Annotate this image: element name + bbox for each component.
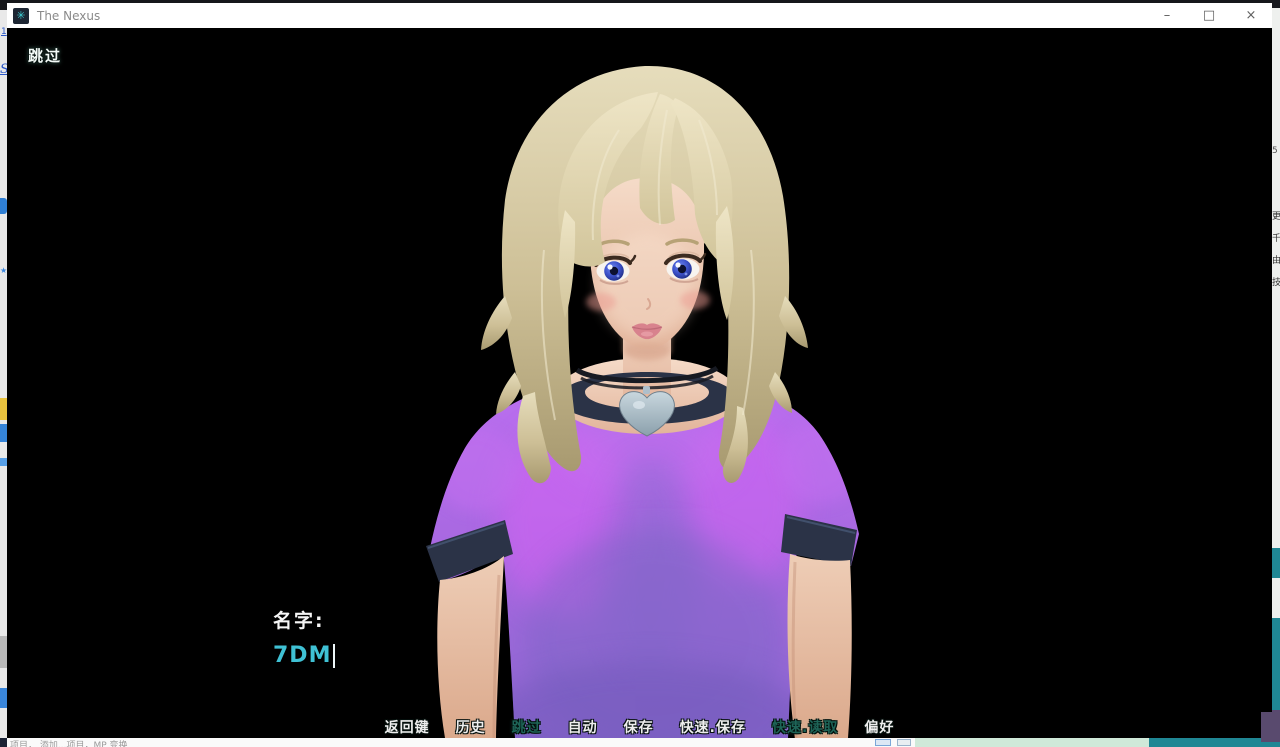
background-char: 更	[1272, 206, 1280, 228]
background-window-fragment	[1272, 548, 1280, 578]
text-caret	[333, 644, 335, 668]
background-icon-fragment	[0, 198, 7, 214]
background-text-fragment: 1	[0, 27, 7, 37]
background-window-fragment	[915, 738, 1149, 747]
background-window-fragment	[0, 738, 7, 747]
window-titlebar: ✳ The Nexus – □ ×	[7, 3, 1272, 28]
background-char: 技	[1272, 272, 1280, 294]
quickmenu-preferences[interactable]: 偏好	[864, 717, 894, 737]
background-text-fragment: 项目， 添加...项目，MP 变换	[10, 738, 128, 747]
quick-menu: 返回键 历史 跳过 自动 保存 快速.保存 快速.读取 偏好	[7, 717, 1272, 737]
background-window-fragment	[0, 636, 7, 668]
skip-indicator: 跳过	[28, 45, 62, 66]
quickmenu-back[interactable]: 返回键	[385, 717, 430, 737]
app-icon: ✳	[13, 8, 29, 24]
minimize-button[interactable]: –	[1146, 3, 1188, 28]
quickmenu-history[interactable]: 历史	[456, 717, 486, 737]
name-input[interactable]: 7DM	[273, 643, 335, 668]
desktop-screen: 1 S ★ 5 更 千 由 技 项目， 添加...项目，MP 变换 ✳	[0, 0, 1280, 747]
background-window-fragment	[1272, 618, 1280, 710]
quickmenu-save[interactable]: 保存	[624, 717, 654, 737]
background-window-fragment	[0, 0, 7, 10]
background-char: 由	[1272, 250, 1280, 272]
quickmenu-auto[interactable]: 自动	[568, 717, 598, 737]
background-window-fragment	[1272, 0, 1280, 8]
background-text-fragment: S	[0, 62, 7, 77]
background-icon-fragment	[875, 739, 891, 746]
close-button[interactable]: ×	[1230, 3, 1272, 28]
background-char: 千	[1272, 228, 1280, 250]
background-window-fragment	[1272, 742, 1280, 747]
background-window-bottom-sliver: 项目， 添加...项目，MP 变换	[7, 738, 1272, 747]
background-text-fragment: 更 千 由 技	[1272, 206, 1280, 294]
background-window-left-sliver: 1 S ★	[0, 0, 7, 747]
background-window-fragment	[0, 688, 7, 708]
name-prompt: 名字: 7DM	[273, 606, 335, 668]
background-text-fragment: 5	[1272, 146, 1280, 156]
name-input-value: 7DM	[273, 643, 331, 668]
character-portrait	[7, 28, 1272, 738]
quickmenu-quickload[interactable]: 快速.读取	[772, 717, 838, 737]
window-controls: – □ ×	[1146, 3, 1272, 28]
window-title: The Nexus	[37, 9, 100, 23]
background-window-fragment	[0, 424, 7, 442]
quickmenu-quicksave[interactable]: 快速.保存	[680, 717, 746, 737]
background-window-fragment	[1149, 738, 1272, 747]
name-label: 名字:	[273, 606, 335, 633]
background-window-fragment	[1261, 712, 1280, 742]
game-viewport: 跳过 名字: 7DM 返回键 历史 跳过 自动 保存 快速.保存 快速.读取 偏…	[7, 28, 1272, 738]
quickmenu-skip[interactable]: 跳过	[512, 717, 542, 737]
background-window-fragment	[0, 398, 7, 420]
maximize-button[interactable]: □	[1188, 3, 1230, 28]
background-window-right-sliver: 5 更 千 由 技	[1272, 0, 1280, 747]
star-icon: ★	[0, 266, 7, 275]
background-window-fragment	[0, 458, 7, 466]
background-icon-fragment	[897, 739, 911, 746]
